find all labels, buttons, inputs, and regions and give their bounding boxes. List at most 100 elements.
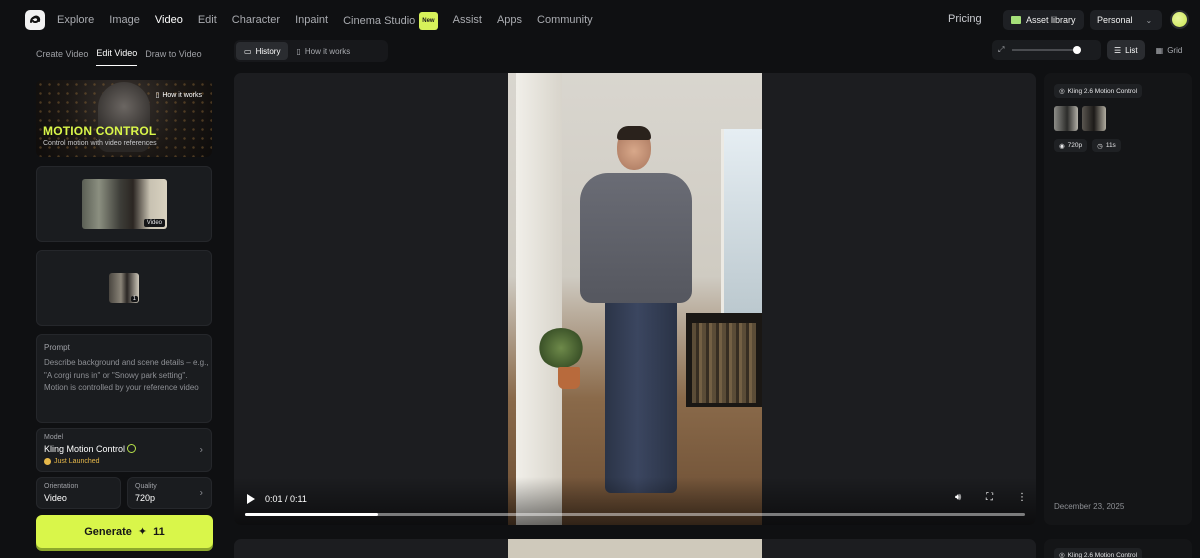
- warning-dot-icon: [44, 458, 51, 465]
- logo-icon: [30, 15, 41, 24]
- nav-cinema-studio[interactable]: Cinema Studio New: [343, 12, 438, 30]
- duration-pill: ◷ 11s: [1092, 139, 1121, 152]
- generation-meta: ◉ 720p ◷ 11s: [1054, 139, 1121, 152]
- fullscreen-icon[interactable]: ⛶: [986, 492, 993, 503]
- model-chip: ◎ Kling 2.6 Motion Control: [1054, 548, 1143, 558]
- tab-edit-video[interactable]: Edit Video: [96, 42, 138, 66]
- nav-explore[interactable]: Explore: [57, 12, 94, 30]
- user-avatar[interactable]: [1170, 10, 1189, 29]
- how-it-works-tab[interactable]: ▯ How it works: [288, 42, 358, 60]
- banner-title: MOTION CONTROL: [43, 124, 157, 138]
- video-player[interactable]: 0:01 / 0:11 🔊︎ ⛶ ⋮: [234, 73, 1036, 525]
- nav-assist[interactable]: Assist: [453, 12, 482, 30]
- person-torso: [580, 173, 692, 303]
- reference-upload-card[interactable]: 1: [36, 250, 212, 326]
- video-upload-card[interactable]: Video: [36, 166, 212, 242]
- top-navigation: Explore Image Video Edit Character Inpai…: [0, 0, 1200, 40]
- chevron-down-icon: ⌄: [1145, 15, 1153, 25]
- grid-view-button[interactable]: ▦ Grid: [1149, 40, 1190, 60]
- orientation-value: Video: [44, 493, 67, 503]
- model-selector[interactable]: Model Kling Motion Control Just Launched…: [36, 428, 212, 472]
- grid-icon: ▦: [1155, 45, 1164, 55]
- zoom-slider[interactable]: ⤢: [992, 40, 1101, 60]
- model-badge-icon: [127, 444, 137, 453]
- nav-inpaint[interactable]: Inpaint: [295, 12, 328, 30]
- book-icon: ▯: [155, 92, 160, 99]
- nav-apps[interactable]: Apps: [497, 12, 522, 30]
- playback-time: 0:01 / 0:11: [265, 494, 307, 504]
- folder-outline-icon: ▭: [244, 46, 252, 56]
- model-value: Kling Motion Control: [44, 444, 137, 454]
- how-it-works-label: How it works: [162, 91, 202, 99]
- volume-icon[interactable]: 🔊︎: [955, 492, 961, 503]
- prompt-label: Prompt: [44, 343, 70, 352]
- model-badge-icon: ◎: [1059, 88, 1065, 95]
- quality-value: 720p: [135, 493, 156, 503]
- video-tag: Video: [143, 219, 165, 227]
- model-name: Kling Motion Control: [44, 444, 126, 454]
- history-label: History: [255, 46, 281, 56]
- next-video-player[interactable]: [234, 539, 1036, 558]
- reference-count: 1: [130, 296, 138, 302]
- model-chip: ◎ Kling 2.6 Motion Control: [1054, 84, 1143, 98]
- just-launched-status: Just Launched: [44, 458, 100, 465]
- view-toggle: ☰ List ▦ Grid: [1107, 40, 1189, 60]
- next-video-frame: [508, 539, 762, 558]
- play-icon[interactable]: [247, 494, 255, 504]
- motion-control-banner: ▯ How it works MOTION CONTROL Control mo…: [36, 80, 212, 157]
- list-icon: ☰: [1114, 45, 1122, 55]
- next-model-name: Kling 2.6 Motion Control: [1067, 551, 1138, 558]
- nav-image[interactable]: Image: [109, 12, 140, 30]
- folder-icon: [1011, 16, 1021, 24]
- quality-selector[interactable]: Quality 720p ›: [127, 477, 212, 509]
- generate-button[interactable]: Generate ✦ 11: [36, 515, 213, 548]
- generation-date: December 23, 2025: [1054, 502, 1125, 511]
- new-badge: New: [419, 12, 438, 30]
- generate-label: Generate: [84, 525, 132, 538]
- quality-label: Quality: [135, 483, 157, 490]
- zoom-track[interactable]: [1012, 46, 1082, 54]
- prompt-card[interactable]: Prompt Describe background and scene det…: [36, 334, 212, 423]
- tab-draw-to-video[interactable]: Draw to Video: [145, 43, 201, 66]
- nav-character[interactable]: Character: [232, 12, 280, 30]
- person-hair: [617, 126, 651, 140]
- resolution-pill: ◉ 720p: [1054, 139, 1088, 152]
- banner-subtitle: Control motion with video references: [43, 140, 157, 147]
- person-legs: [605, 298, 677, 493]
- sparkle-icon: ✦: [137, 526, 148, 538]
- zoom-knob[interactable]: [1073, 46, 1082, 54]
- model-badge-icon: ◎: [1059, 552, 1065, 558]
- model-label: Model: [44, 434, 64, 441]
- orientation-selector[interactable]: Orientation Video: [36, 477, 121, 509]
- seek-bar[interactable]: [245, 513, 1025, 516]
- app-logo[interactable]: [25, 10, 45, 30]
- input-thumbnail[interactable]: [1054, 106, 1078, 131]
- generate-cost: 11: [153, 525, 165, 538]
- asset-library-label: Asset library: [1026, 15, 1076, 25]
- grid-label: Grid: [1167, 45, 1183, 55]
- left-panel: Create Video Edit Video Draw to Video ▯ …: [28, 40, 220, 558]
- tab-create-video[interactable]: Create Video: [36, 43, 88, 66]
- how-it-works-link[interactable]: ▯ How it works: [155, 91, 202, 100]
- nav-video[interactable]: Video: [155, 12, 183, 30]
- workspace-label: Personal: [1097, 15, 1133, 25]
- list-view-button[interactable]: ☰ List: [1107, 40, 1145, 60]
- clock-icon: ◷: [1097, 142, 1103, 150]
- asset-library-button[interactable]: Asset library: [1003, 10, 1084, 30]
- nav-edit[interactable]: Edit: [198, 12, 217, 30]
- history-tab[interactable]: ▭ History: [236, 42, 289, 60]
- book-icon: ▯: [296, 46, 301, 56]
- nav-community[interactable]: Community: [537, 12, 593, 30]
- expand-icon: ⤢: [998, 45, 1005, 54]
- generation-info-card: ◎ Kling 2.6 Motion Control ◉ 720p ◷ 11s …: [1044, 73, 1192, 525]
- scene-door-frame: [516, 73, 562, 525]
- how-it-works-tab-label: How it works: [304, 46, 351, 56]
- pricing-link[interactable]: Pricing: [948, 13, 982, 25]
- more-options-icon[interactable]: ⋮: [1017, 492, 1027, 503]
- video-frame: [508, 73, 762, 525]
- reference-thumbnail: 1: [109, 273, 139, 303]
- prompt-input[interactable]: Describe background and scene details – …: [44, 357, 209, 395]
- workspace-dropdown[interactable]: Personal ⌄: [1090, 10, 1162, 30]
- input-thumbnail[interactable]: [1082, 106, 1106, 131]
- main-nav: Explore Image Video Edit Character Inpai…: [57, 12, 608, 30]
